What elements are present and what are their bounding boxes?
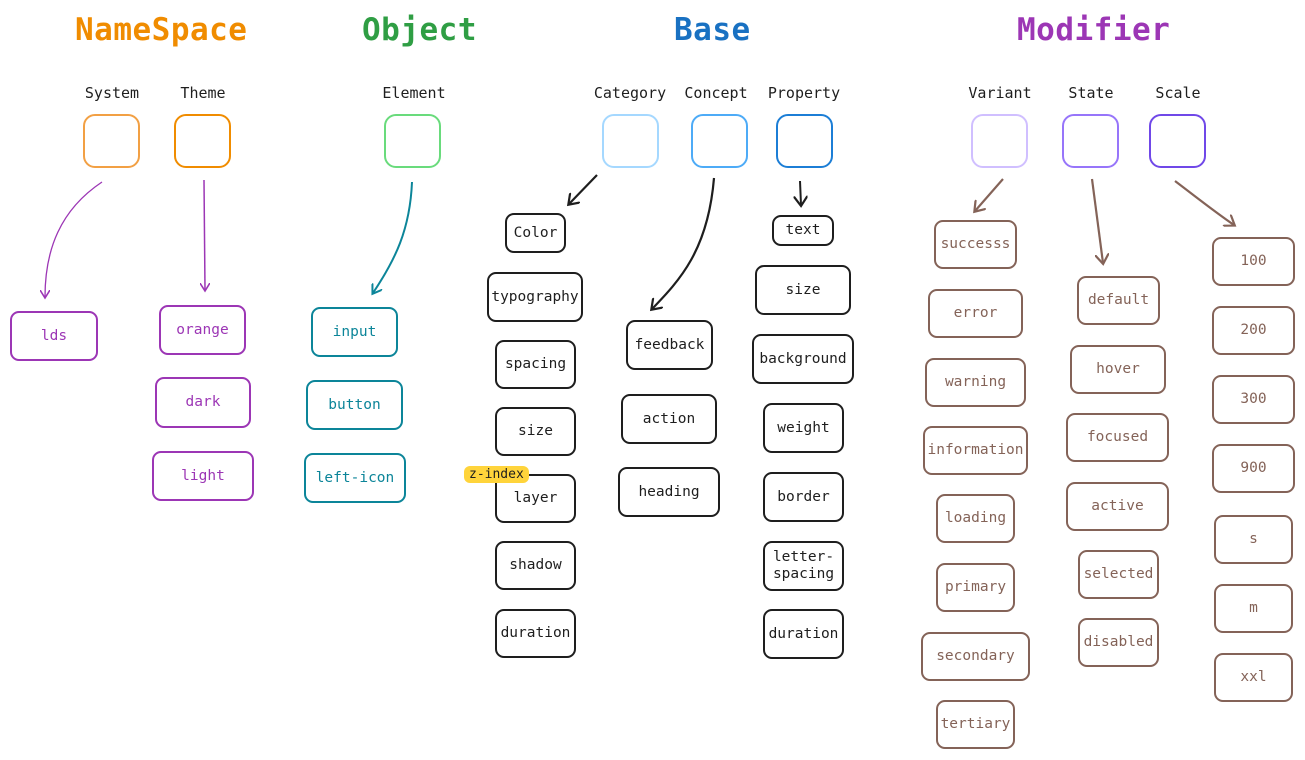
arrow-variant-to-successs	[975, 178, 1004, 211]
heading-modifier: Modifier	[1017, 12, 1171, 48]
slot-system	[83, 114, 140, 168]
arrow-category-to-color	[569, 174, 598, 204]
node-property-background: background	[752, 334, 854, 384]
node-theme-light: light	[152, 451, 254, 501]
node-property-border: border	[763, 472, 844, 522]
node-element-input: input	[311, 307, 398, 357]
node-element-left-icon: left-icon	[304, 453, 406, 503]
heading-object: Object	[362, 12, 477, 48]
node-theme-orange: orange	[159, 305, 246, 355]
arrow-system-to-lds	[45, 181, 103, 297]
heading-namespace: NameSpace	[75, 12, 248, 48]
node-variant-information: information	[923, 426, 1028, 475]
slot-label-property: Property	[767, 84, 841, 102]
node-category-typography: typography	[487, 272, 583, 322]
node-scale-m: m	[1214, 584, 1293, 633]
node-property-text: text	[772, 215, 834, 246]
node-scale-100: 100	[1212, 237, 1295, 286]
node-variant-tertiary: tertiary	[936, 700, 1015, 749]
node-state-active: active	[1066, 482, 1169, 531]
node-category-duration: duration	[495, 609, 576, 658]
node-system-lds: lds	[10, 311, 98, 361]
node-state-hover: hover	[1070, 345, 1166, 394]
node-category-spacing: spacing	[495, 340, 576, 389]
slot-label-state: State	[1068, 84, 1114, 102]
node-category-shadow: shadow	[495, 541, 576, 590]
slot-concept	[691, 114, 748, 168]
slot-scale	[1149, 114, 1206, 168]
node-concept-heading: heading	[618, 467, 720, 517]
node-state-selected: selected	[1078, 550, 1159, 599]
heading-base: Base	[674, 12, 751, 48]
node-state-default: default	[1077, 276, 1160, 325]
node-variant-warning: warning	[925, 358, 1026, 407]
arrow-property-to-text	[800, 180, 801, 205]
node-state-disabled: disabled	[1078, 618, 1159, 667]
slot-label-variant: Variant	[968, 84, 1032, 102]
node-state-focused: focused	[1066, 413, 1169, 462]
slot-label-element: Element	[382, 84, 446, 102]
node-element-button: button	[306, 380, 403, 430]
node-property-letter-spacing: letter-spacing	[763, 541, 844, 591]
z-index-badge: z-index	[464, 466, 529, 483]
slot-variant	[971, 114, 1028, 168]
slot-element	[384, 114, 441, 168]
arrow-scale-to-100	[1174, 180, 1234, 225]
slot-label-scale: Scale	[1155, 84, 1201, 102]
node-concept-feedback: feedback	[626, 320, 713, 370]
node-property-weight: weight	[763, 403, 844, 453]
node-scale-200: 200	[1212, 306, 1295, 355]
node-variant-loading: loading	[936, 494, 1015, 543]
slot-category	[602, 114, 659, 168]
node-category-size: size	[495, 407, 576, 456]
node-scale-xxl: xxl	[1214, 653, 1293, 702]
node-variant-primary: primary	[936, 563, 1015, 612]
slot-property	[776, 114, 833, 168]
arrow-element-to-input	[373, 181, 413, 293]
node-scale-s: s	[1214, 515, 1293, 564]
slot-label-theme: Theme	[180, 84, 226, 102]
arrow-concept-to-feedback	[652, 177, 716, 309]
node-scale-300: 300	[1212, 375, 1295, 424]
node-variant-successs: successs	[934, 220, 1017, 269]
node-theme-dark: dark	[155, 377, 251, 428]
slot-label-concept: Concept	[684, 84, 748, 102]
node-property-duration: duration	[763, 609, 844, 659]
node-variant-error: error	[928, 289, 1023, 338]
node-scale-900: 900	[1212, 444, 1295, 493]
arrow-theme-to-orange	[204, 179, 205, 290]
slot-label-category: Category	[593, 84, 667, 102]
arrow-state-to-default	[1090, 178, 1103, 263]
node-category-color: Color	[505, 213, 566, 253]
node-property-size: size	[755, 265, 851, 315]
slot-label-system: System	[84, 84, 140, 102]
slot-theme	[174, 114, 231, 168]
node-concept-action: action	[621, 394, 717, 444]
slot-state	[1062, 114, 1119, 168]
node-variant-secondary: secondary	[921, 632, 1030, 681]
